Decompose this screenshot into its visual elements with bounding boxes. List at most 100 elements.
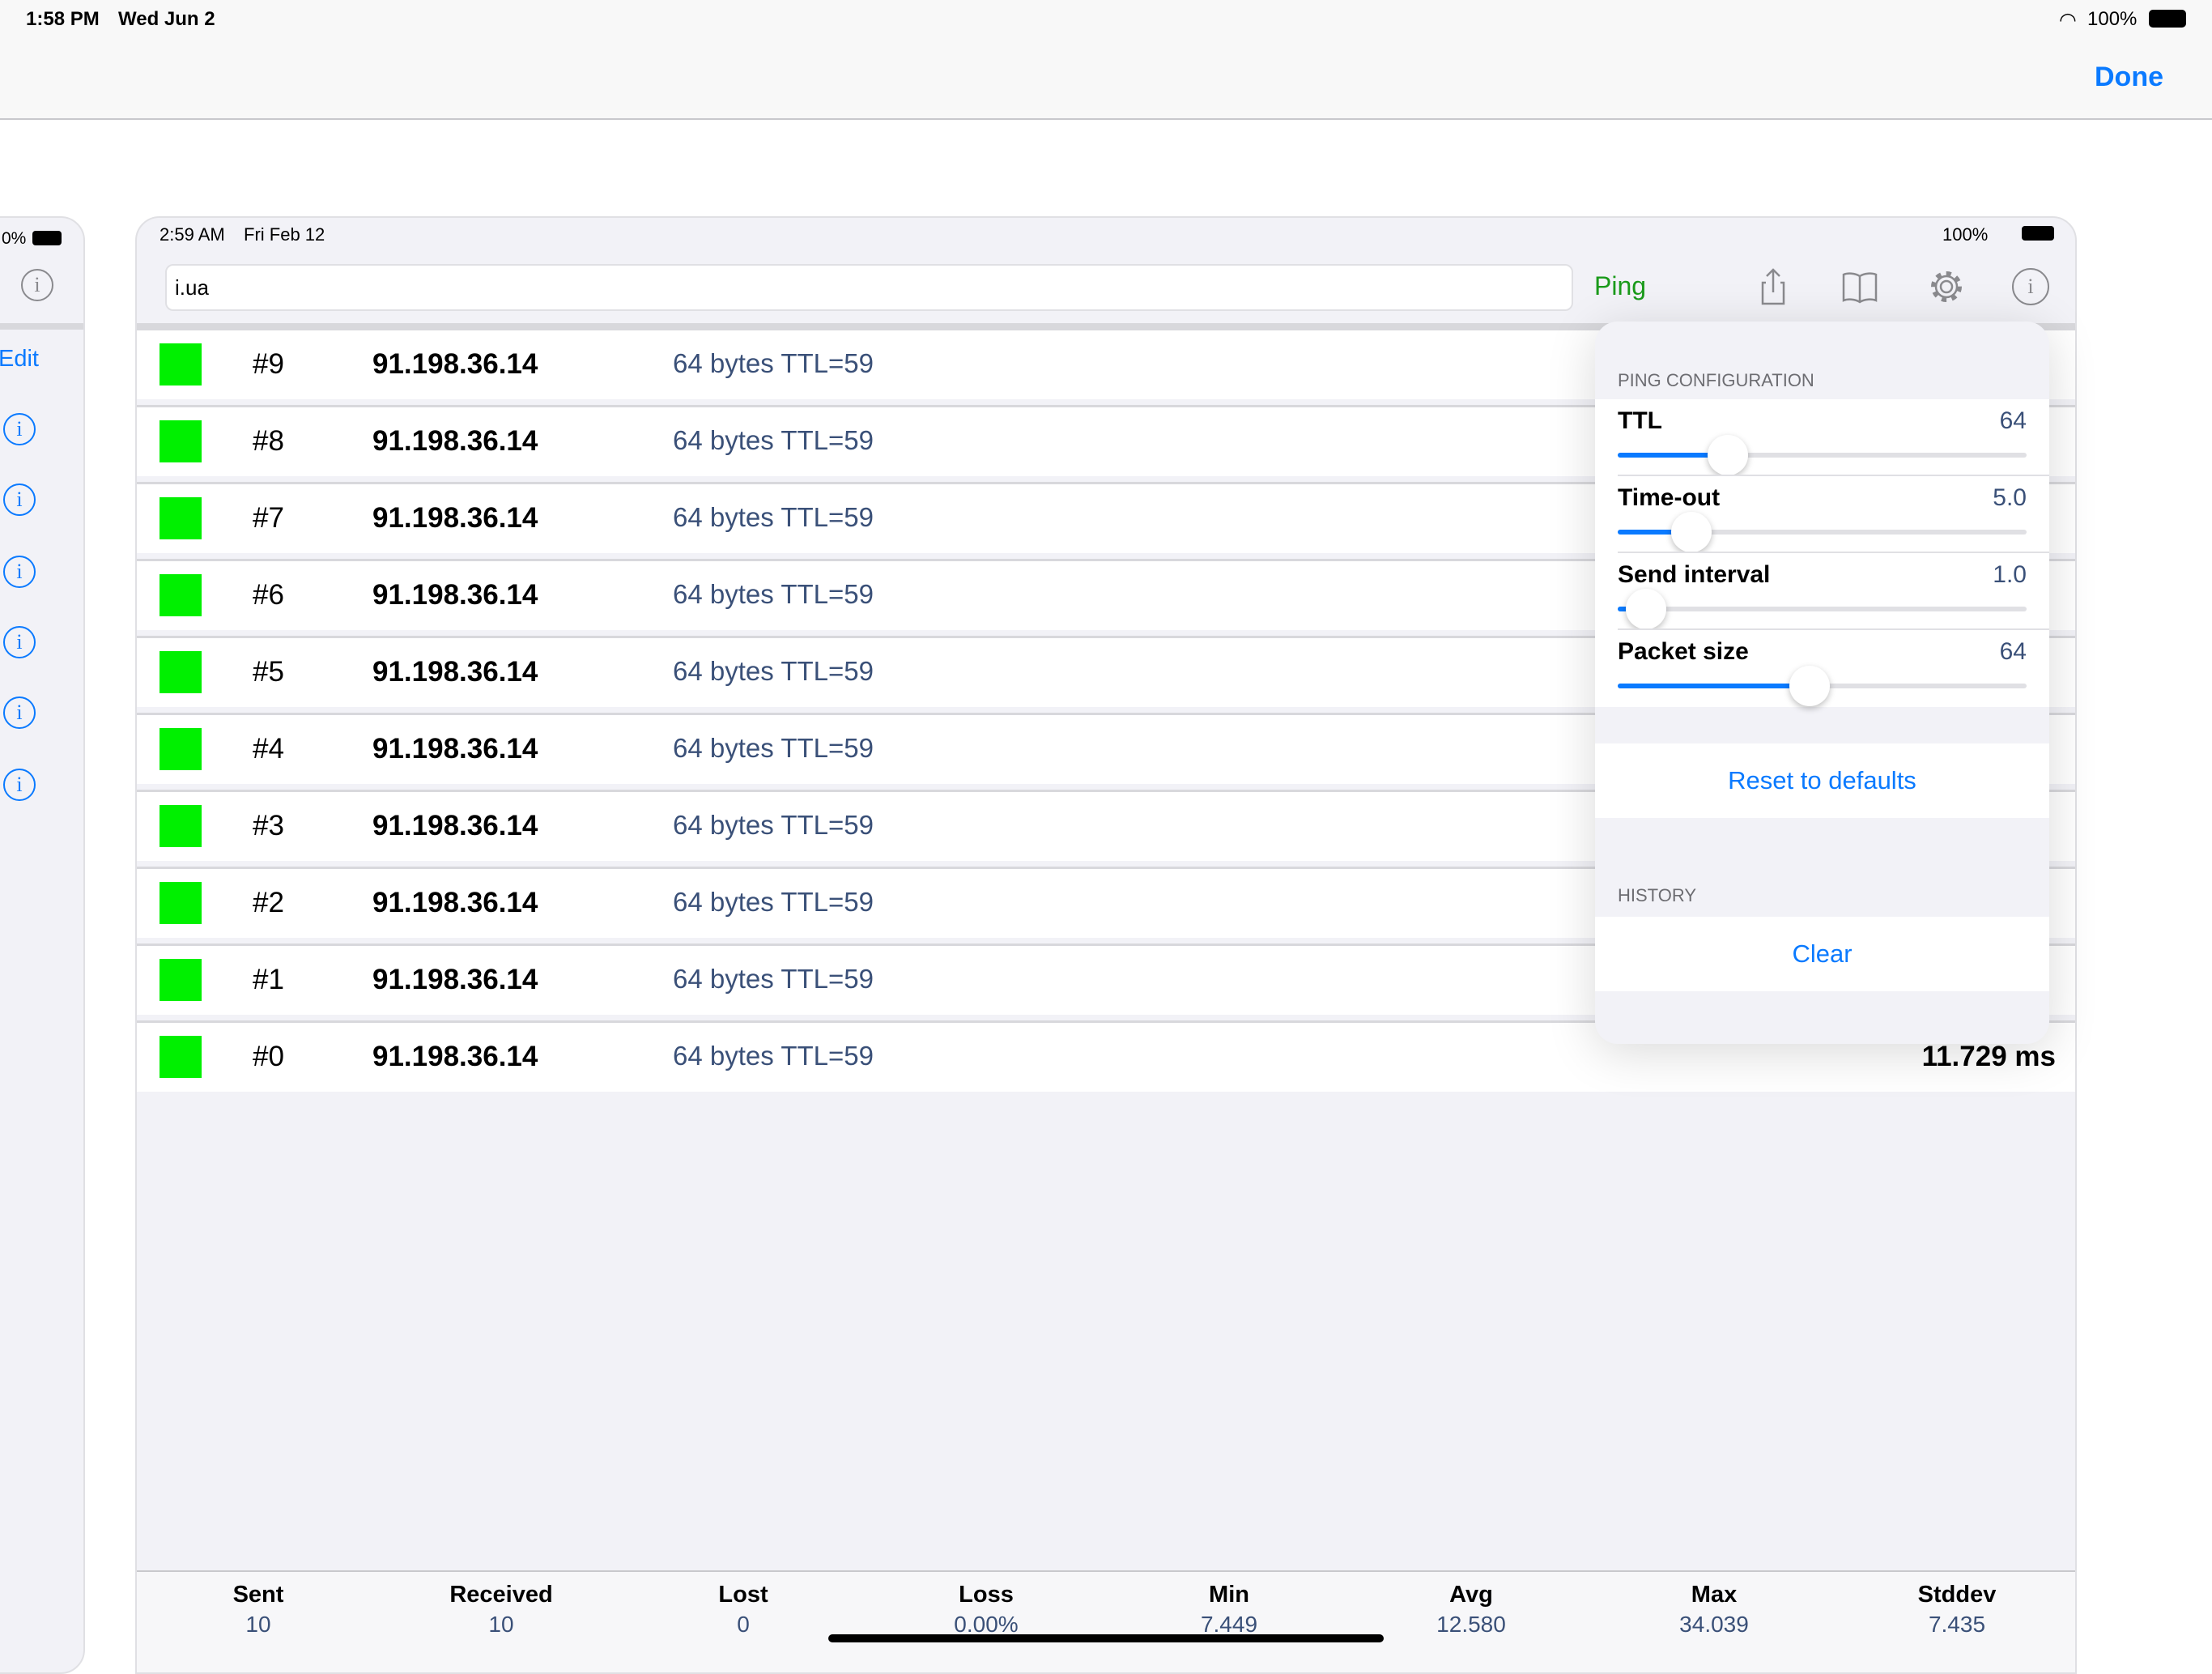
left-battery: 0% <box>2 229 27 248</box>
stat-label: Max <box>1691 1582 1738 1608</box>
edit-button[interactable]: Edit <box>0 346 39 373</box>
setting-label: TTL <box>1618 407 1662 434</box>
ip-address: 91.198.36.14 <box>372 887 538 918</box>
slider-thumb[interactable] <box>1626 589 1667 629</box>
status-indicator <box>160 574 202 616</box>
status-indicator <box>160 497 202 539</box>
left-app-card[interactable]: 0% i Edit i i i i i i <box>0 216 85 1674</box>
gear-icon[interactable] <box>1926 266 1967 307</box>
info-icon[interactable]: i <box>3 483 36 516</box>
setting-slider[interactable] <box>1618 589 2027 629</box>
stat-min: Min 7.449 <box>1108 1582 1351 1638</box>
status-indicator <box>160 420 202 462</box>
info-icon[interactable]: i <box>3 626 36 658</box>
stat-value: 7.435 <box>1928 1612 1986 1637</box>
setting-value: 64 <box>1999 638 2027 665</box>
setting-packet-size: Packet size 64 <box>1595 630 2049 707</box>
ip-address: 91.198.36.14 <box>372 502 538 534</box>
host-input[interactable] <box>165 264 1573 311</box>
battery-icon <box>32 231 62 245</box>
slider-thumb[interactable] <box>1708 435 1749 475</box>
battery-icon <box>2022 226 2054 241</box>
bookmarks-icon[interactable] <box>1840 266 1880 307</box>
stat-lost: Lost 0 <box>622 1582 865 1638</box>
status-indicator <box>160 805 202 847</box>
inner-status-time: 2:59 AM <box>160 224 225 245</box>
ip-address: 91.198.36.14 <box>372 425 538 457</box>
setting-time-out: Time-out 5.0 <box>1595 476 2049 553</box>
inner-status-date: Fri Feb 12 <box>244 224 325 245</box>
sequence-number: #8 <box>253 425 284 457</box>
stat-sent: Sent 10 <box>137 1582 380 1638</box>
stat-value: 10 <box>245 1612 271 1637</box>
setting-ttl: TTL 64 <box>1595 399 2049 476</box>
setting-slider[interactable] <box>1618 666 2027 706</box>
setting-label: Send interval <box>1618 561 1771 588</box>
sequence-number: #2 <box>253 887 284 918</box>
info-icon[interactable]: i <box>3 769 36 801</box>
stat-label: Loss <box>959 1582 1014 1608</box>
status-indicator <box>160 959 202 1001</box>
sequence-number: #5 <box>253 656 284 688</box>
setting-slider[interactable] <box>1618 512 2027 552</box>
stat-label: Sent <box>232 1582 284 1608</box>
reply-info: 64 bytes TTL=59 <box>673 810 874 840</box>
reply-info: 64 bytes TTL=59 <box>673 964 874 994</box>
sequence-number: #6 <box>253 579 284 611</box>
clear-history-button[interactable]: Clear <box>1595 917 2049 991</box>
ip-address: 91.198.36.14 <box>372 579 538 611</box>
outer-nav-bar: 1:58 PM Wed Jun 2 ◠ 100% Done <box>0 0 2212 120</box>
stat-value: 0 <box>737 1612 750 1637</box>
stat-value: 34.039 <box>1679 1612 1749 1637</box>
wifi-icon: ◠ <box>2059 9 2077 32</box>
divider <box>0 323 83 330</box>
reply-info: 64 bytes TTL=59 <box>673 656 874 686</box>
info-icon[interactable]: i <box>3 556 36 588</box>
ip-address: 91.198.36.14 <box>372 733 538 765</box>
reply-info: 64 bytes TTL=59 <box>673 502 874 532</box>
sequence-number: #1 <box>253 964 284 995</box>
setting-label: Time-out <box>1618 484 1721 511</box>
setting-label: Packet size <box>1618 638 1749 665</box>
status-time: 1:58 PM <box>26 8 100 30</box>
ping-button[interactable]: Ping <box>1594 271 1646 301</box>
battery-icon <box>2149 10 2186 28</box>
status-battery: 100% <box>2087 8 2138 30</box>
status-indicator <box>160 343 202 385</box>
reply-info: 64 bytes TTL=59 <box>673 733 874 763</box>
sequence-number: #0 <box>253 1041 284 1072</box>
ip-address: 91.198.36.14 <box>372 1041 538 1072</box>
status-indicator <box>160 882 202 924</box>
share-icon[interactable] <box>1753 266 1793 307</box>
setting-slider[interactable] <box>1618 435 2027 475</box>
done-button[interactable]: Done <box>2095 62 2163 93</box>
stat-value: 10 <box>488 1612 514 1637</box>
sequence-number: #9 <box>253 348 284 380</box>
setting-value: 64 <box>1999 407 2027 434</box>
ip-address: 91.198.36.14 <box>372 964 538 995</box>
info-icon[interactable]: i <box>21 269 53 301</box>
ping-configuration-header: PING CONFIGURATION <box>1618 370 1814 390</box>
info-icon[interactable]: i <box>3 413 36 445</box>
stat-received: Received 10 <box>380 1582 623 1638</box>
ip-address: 91.198.36.14 <box>372 810 538 841</box>
reply-info: 64 bytes TTL=59 <box>673 887 874 917</box>
slider-thumb[interactable] <box>1789 666 1831 706</box>
reply-info: 64 bytes TTL=59 <box>673 1041 874 1071</box>
info-icon[interactable]: i <box>3 696 36 729</box>
stat-stddev: Stddev 7.435 <box>1836 1582 2075 1638</box>
info-icon[interactable]: i <box>2012 268 2049 305</box>
reply-info: 64 bytes TTL=59 <box>673 425 874 455</box>
reset-to-defaults-button[interactable]: Reset to defaults <box>1595 743 2049 818</box>
setting-value: 5.0 <box>1993 484 2027 511</box>
sequence-number: #7 <box>253 502 284 534</box>
slider-fill <box>1618 684 1810 688</box>
settings-popover: PING CONFIGURATION TTL 64 Time-out 5.0 S… <box>1595 322 2049 1044</box>
stat-label: Stddev <box>1917 1582 1997 1608</box>
status-date: Wed Jun 2 <box>118 8 215 30</box>
sequence-number: #3 <box>253 810 284 841</box>
stat-label: Min <box>1209 1582 1249 1608</box>
stat-value: 12.580 <box>1436 1612 1506 1637</box>
slider-thumb[interactable] <box>1670 512 1712 552</box>
stat-label: Lost <box>718 1582 768 1608</box>
